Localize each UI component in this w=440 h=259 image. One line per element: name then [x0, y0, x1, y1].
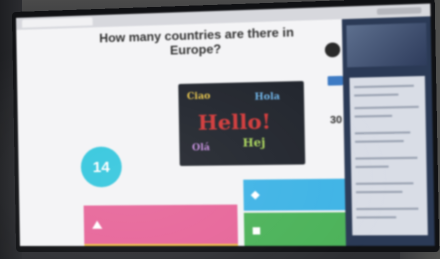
video-call-panel — [341, 16, 435, 246]
question-image: Ciao Hola Hello! Hej Olá — [178, 80, 306, 166]
monitor-screen: How many countries are there in Europe? … — [15, 3, 435, 247]
quiz-pane: How many countries are there in Europe? … — [16, 19, 353, 247]
chat-message — [355, 182, 414, 185]
monitor: How many countries are there in Europe? … — [11, 0, 440, 253]
chat-message — [356, 207, 419, 211]
chat-message — [354, 114, 393, 118]
diamond-icon — [250, 190, 260, 200]
countdown-timer: 14 — [80, 146, 123, 188]
image-word: Hej — [242, 135, 266, 150]
answer-red-button[interactable] — [83, 204, 239, 244]
browser-controls[interactable] — [376, 7, 422, 15]
participant-video[interactable] — [346, 22, 427, 68]
chat-message — [354, 131, 411, 135]
game-logo-icon — [324, 42, 341, 58]
image-word: Hello! — [197, 108, 272, 135]
image-word: Olá — [191, 142, 211, 154]
photo-scene: How many countries are there in Europe? … — [0, 0, 440, 259]
chat-message — [354, 93, 399, 97]
answer-green-button[interactable] — [243, 212, 353, 247]
chat-message — [356, 216, 397, 219]
question-title: How many countries are there in Europe? — [99, 24, 294, 58]
chat-message — [355, 139, 404, 143]
chat-message — [355, 156, 418, 160]
skip-button[interactable] — [327, 75, 344, 86]
image-word: Ciao — [186, 91, 211, 103]
answers-count-value: 30 — [329, 114, 343, 127]
chat-message — [355, 165, 389, 169]
answer-blue-button[interactable] — [243, 178, 352, 211]
chat-message — [354, 105, 419, 110]
image-word: Hola — [254, 91, 281, 103]
chat-message — [354, 84, 414, 89]
triangle-icon — [92, 220, 103, 229]
chat-message — [355, 190, 403, 194]
browser-tab[interactable] — [22, 17, 93, 28]
answer-yellow-button[interactable] — [84, 243, 239, 247]
chat-panel — [349, 75, 428, 236]
square-icon — [252, 226, 261, 235]
